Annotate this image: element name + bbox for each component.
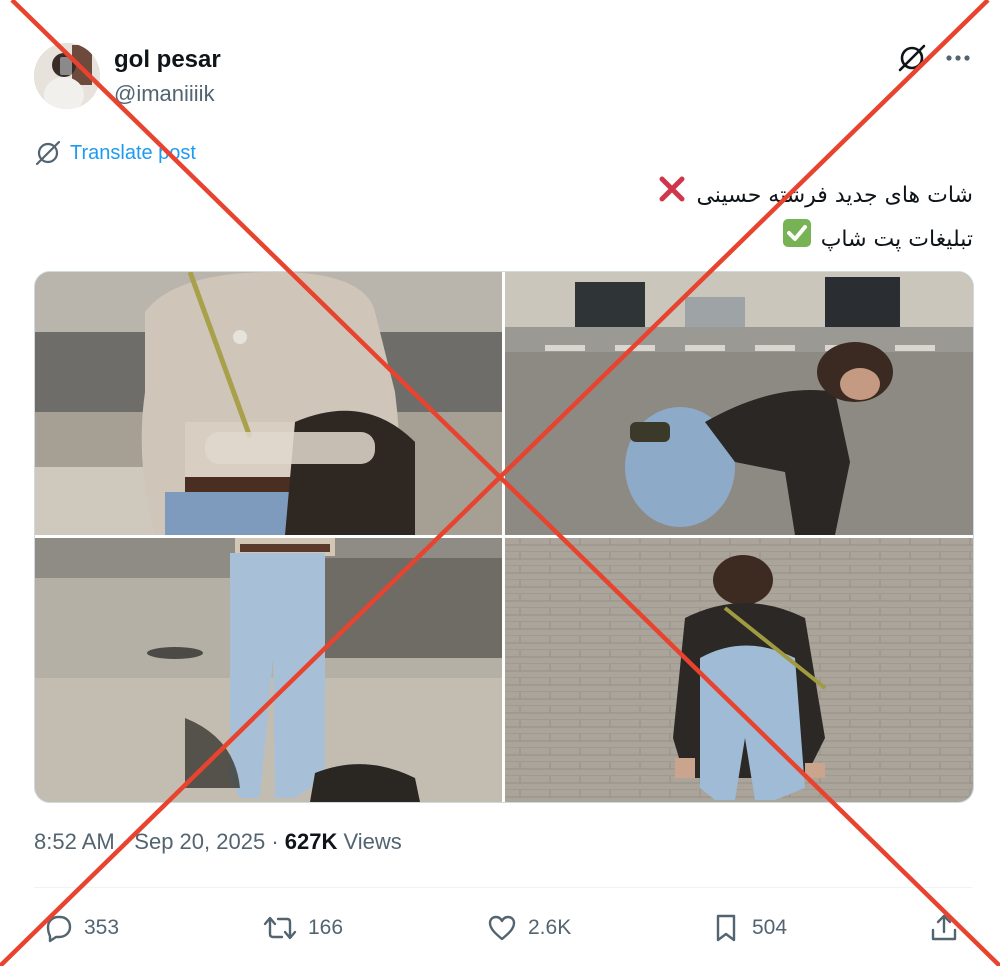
post-meta: 8:52 AM · Sep 20, 2025 · 627K Views	[34, 829, 402, 855]
meta-separator: ·	[271, 829, 279, 854]
repost-button[interactable]: 166	[262, 908, 343, 948]
photo-3[interactable]	[35, 538, 502, 802]
repost-count: 166	[308, 916, 344, 939]
views-count[interactable]: 627K	[285, 829, 338, 854]
avatar[interactable]	[34, 43, 100, 109]
post-date[interactable]: Sep 20, 2025	[134, 829, 265, 854]
post-text-line-1: شات های جدید فرشته حسینی	[273, 174, 973, 218]
meta-separator: ·	[120, 829, 129, 854]
translate-label: Translate post	[70, 141, 196, 164]
heart-icon	[488, 915, 516, 941]
share-button[interactable]	[928, 908, 970, 948]
author-name[interactable]: gol pesar	[114, 46, 221, 74]
tweet-card: gol pesar @imaniiiik Translate post شات …	[0, 0, 1000, 966]
post-text: شات های جدید فرشته حسینی تبلیغات پت شاپ	[273, 174, 973, 262]
bookmark-button[interactable]: 504	[710, 908, 787, 948]
author-handle[interactable]: @imaniiiik	[114, 81, 215, 107]
like-button[interactable]: 2.6K	[486, 908, 571, 948]
share-icon	[931, 914, 957, 941]
photo-4[interactable]	[505, 538, 973, 802]
post-text-line-2: تبلیغات پت شاپ	[273, 218, 973, 262]
photo-2[interactable]	[505, 272, 973, 535]
photo-1[interactable]	[35, 272, 502, 535]
repost-icon	[263, 916, 297, 940]
check-mark-emoji	[782, 218, 812, 262]
divider	[34, 887, 972, 888]
post-time[interactable]: 8:52 AM	[34, 829, 115, 854]
reply-button[interactable]: 353	[42, 908, 119, 948]
bookmark-icon	[716, 914, 736, 942]
like-count: 2.6K	[528, 916, 572, 939]
views-label: Views	[343, 829, 402, 854]
cross-mark-emoji	[657, 174, 687, 218]
grok-icon[interactable]	[896, 42, 928, 74]
translate-post-link[interactable]: Translate post	[34, 138, 196, 168]
media-grid	[34, 271, 974, 803]
bookmark-count: 504	[752, 916, 788, 939]
translate-icon	[35, 140, 61, 166]
more-icon[interactable]	[942, 42, 974, 74]
reply-count: 353	[84, 916, 120, 939]
reply-icon	[46, 915, 72, 943]
